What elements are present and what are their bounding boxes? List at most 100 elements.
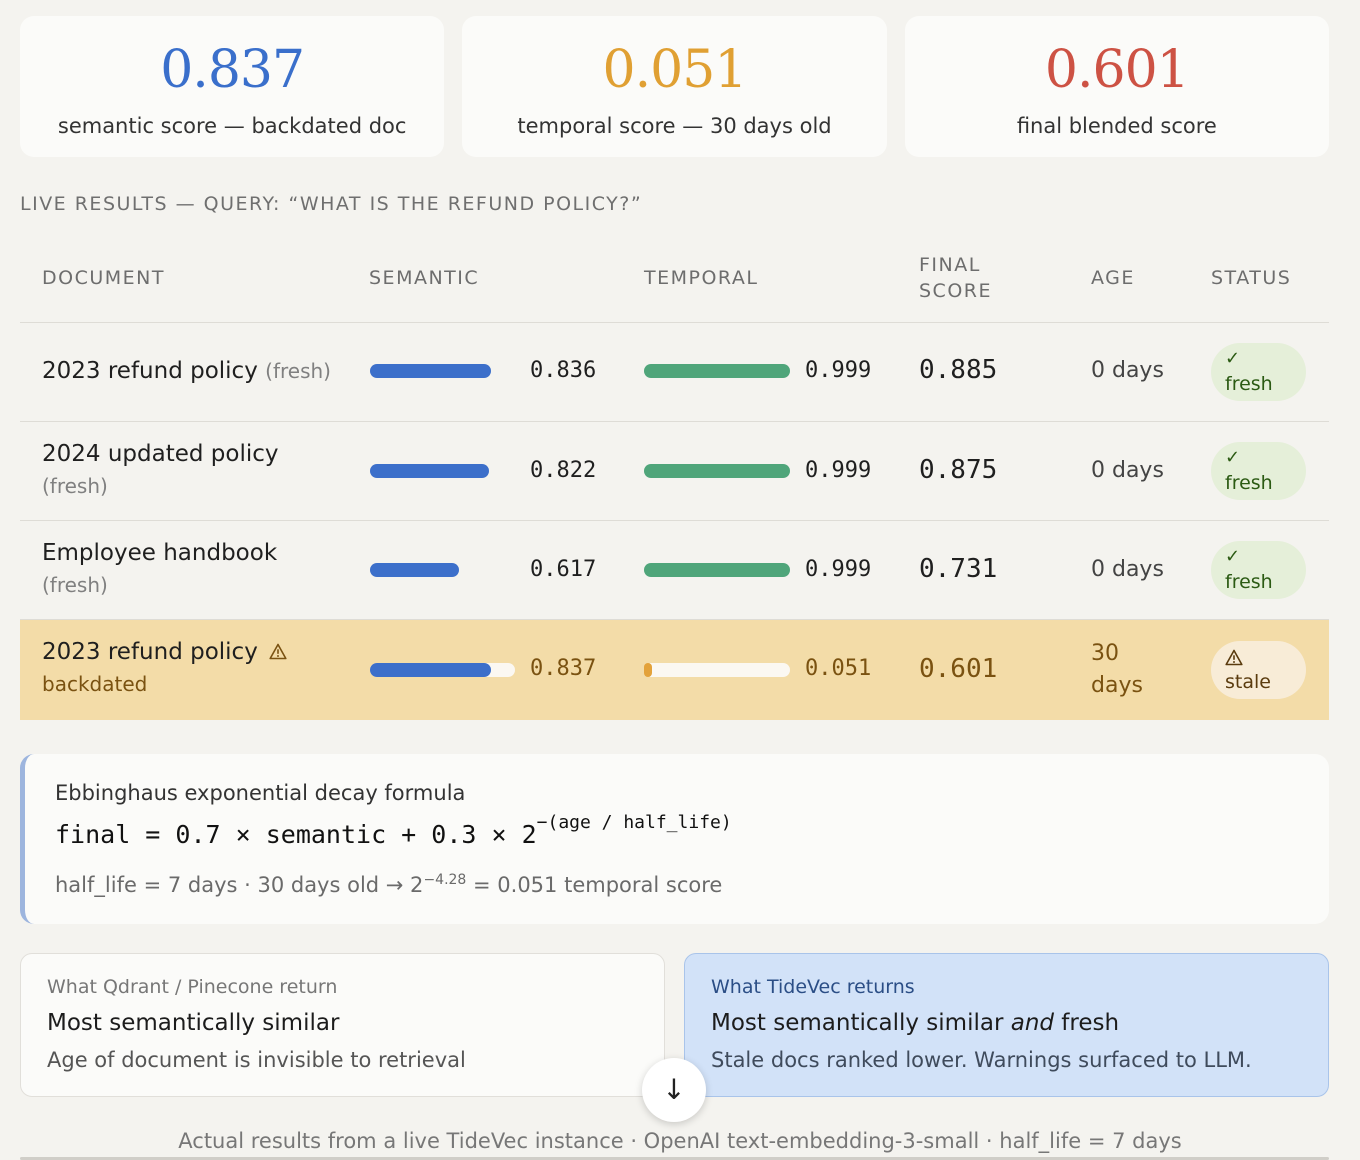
- table-row[interactable]: 2023 refund policy (fresh) 0.836 0.999 0…: [20, 323, 1329, 422]
- heading-part-1: Most semantically similar: [711, 1010, 1011, 1036]
- stat-value: 0.837: [160, 40, 305, 100]
- age-unit: days: [1091, 673, 1143, 698]
- heading-emphasis: and: [1010, 1010, 1054, 1036]
- final-score-value: 0.731: [919, 554, 998, 584]
- doc-tag: (fresh): [42, 474, 108, 498]
- stat-value: 0.051: [602, 40, 748, 100]
- doc-tag: (fresh): [265, 359, 331, 383]
- semantic-value: 0.822: [530, 458, 597, 483]
- age-number: 30: [1091, 641, 1119, 666]
- temporal-value: 0.999: [805, 557, 872, 582]
- stats-row: 0.837 semantic score — backdated doc 0.0…: [20, 16, 1329, 157]
- doc-cell: 2024 updated policy (fresh): [42, 438, 342, 502]
- table-row-stale[interactable]: 2023 refund policy backdated 0.837 0.051…: [20, 620, 1329, 720]
- header-final-line1: FINAL: [919, 254, 981, 276]
- header-age: AGE: [1091, 267, 1135, 289]
- section-label: LIVE RESULTS — QUERY: “WHAT IS THE REFUN…: [20, 193, 643, 215]
- status-label: fresh: [1225, 571, 1273, 593]
- table-row[interactable]: 2024 updated policy (fresh) 0.822 0.999 …: [20, 422, 1329, 521]
- stat-card-semantic: 0.837 semantic score — backdated doc: [20, 16, 445, 157]
- status-badge: ✓ fresh: [1211, 442, 1306, 500]
- temporal-bar: [644, 663, 790, 677]
- doc-cell: 2023 refund policy backdated: [42, 636, 342, 700]
- comparison-subtext: Age of document is invisible to retrieva…: [47, 1048, 466, 1072]
- header-document: DOCUMENT: [42, 267, 165, 289]
- header-status: STATUS: [1211, 267, 1292, 289]
- warning-icon: [269, 643, 287, 660]
- formula-card: Ebbinghaus exponential decay formula fin…: [20, 754, 1329, 924]
- note-exponent: −4.28: [423, 872, 467, 888]
- header-final-line2: SCORE: [919, 280, 992, 302]
- temporal-bar-fill: [644, 663, 652, 677]
- stat-card-final: 0.601 final blended score: [904, 16, 1329, 157]
- table-header: DOCUMENT SEMANTIC TEMPORAL FINAL SCORE A…: [20, 238, 1329, 323]
- arrow-down-icon: ↓: [662, 1073, 686, 1106]
- status-badge: ✓ fresh: [1211, 343, 1306, 401]
- comparison-subtext: Stale docs ranked lower. Warnings surfac…: [711, 1048, 1252, 1072]
- age-value: 30 days: [1091, 638, 1143, 702]
- comparison-heading: Most semantically similar and fresh: [711, 1010, 1119, 1036]
- doc-tag: backdated: [42, 672, 148, 696]
- comparison-eyebrow: What Qdrant / Pinecone return: [47, 976, 338, 998]
- formula-note: half_life = 7 days · 30 days old → 2−4.2…: [55, 872, 722, 897]
- semantic-value: 0.836: [530, 358, 597, 383]
- check-icon: ✓: [1225, 447, 1241, 468]
- final-score-value: 0.885: [919, 355, 998, 385]
- stat-card-temporal: 0.051 temporal score — 30 days old: [462, 16, 887, 157]
- age-value: 0 days: [1091, 557, 1164, 582]
- formula-main: final = 0.7 × semantic + 0.3 × 2: [55, 820, 537, 849]
- scroll-down-button[interactable]: ↓: [642, 1058, 706, 1122]
- footer-caption: Actual results from a live TideVec insta…: [178, 1129, 1182, 1153]
- doc-cell: Employee handbook (fresh): [42, 537, 342, 601]
- warning-icon: [1225, 649, 1243, 666]
- stat-label: temporal score — 30 days old: [517, 114, 832, 138]
- comparison-heading: Most semantically similar: [47, 1010, 340, 1036]
- semantic-bar-fill: [370, 464, 490, 478]
- stat-label: semantic score — backdated doc: [57, 114, 407, 138]
- doc-title: Employee handbook: [42, 540, 278, 566]
- table-row[interactable]: Employee handbook (fresh) 0.617 0.999 0.…: [20, 521, 1329, 620]
- check-icon: ✓: [1225, 546, 1241, 567]
- comparison-card-competitors: What Qdrant / Pinecone return Most seman…: [20, 953, 665, 1097]
- doc-title: 2023 refund policy: [42, 639, 258, 665]
- temporal-value: 0.999: [805, 358, 872, 383]
- formula-equation: final = 0.7 × semantic + 0.3 × 2−(age / …: [55, 812, 732, 849]
- status-label: fresh: [1225, 373, 1273, 395]
- semantic-bar-fill: [370, 364, 492, 378]
- status-label: fresh: [1225, 472, 1273, 494]
- temporal-bar: [644, 364, 790, 378]
- stat-value: 0.601: [1044, 40, 1190, 100]
- final-score-value: 0.875: [919, 455, 998, 485]
- age-value: 0 days: [1091, 458, 1164, 483]
- heading-part-2: fresh: [1054, 1010, 1120, 1036]
- semantic-bar: [370, 563, 515, 577]
- temporal-value: 0.051: [805, 656, 872, 681]
- header-semantic: SEMANTIC: [369, 267, 480, 289]
- temporal-bar: [644, 563, 790, 577]
- comparison-eyebrow: What TideVec returns: [711, 976, 915, 998]
- temporal-bar-fill: [644, 563, 790, 577]
- temporal-bar-fill: [644, 364, 790, 378]
- stat-label: final blended score: [1016, 114, 1217, 138]
- status-badge: stale: [1211, 641, 1306, 699]
- temporal-value: 0.999: [805, 458, 872, 483]
- final-score-value: 0.601: [919, 654, 998, 684]
- temporal-bar-fill: [644, 464, 790, 478]
- check-icon: ✓: [1225, 348, 1241, 369]
- age-value: 0 days: [1091, 358, 1164, 383]
- status-label: stale: [1225, 671, 1271, 693]
- semantic-value: 0.617: [530, 557, 597, 582]
- formula-title: Ebbinghaus exponential decay formula: [55, 781, 466, 805]
- semantic-bar: [370, 364, 515, 378]
- formula-exponent: −(age / half_life): [536, 812, 732, 833]
- doc-tag: (fresh): [42, 573, 108, 597]
- semantic-bar: [370, 464, 515, 478]
- temporal-bar: [644, 464, 790, 478]
- semantic-bar-fill: [370, 663, 492, 677]
- header-final-score: FINAL SCORE: [919, 252, 992, 304]
- doc-title: 2024 updated policy: [42, 441, 279, 467]
- header-temporal: TEMPORAL: [644, 267, 759, 289]
- results-table: DOCUMENT SEMANTIC TEMPORAL FINAL SCORE A…: [20, 238, 1329, 720]
- status-badge: ✓ fresh: [1211, 541, 1306, 599]
- doc-cell: 2023 refund policy (fresh): [42, 355, 342, 387]
